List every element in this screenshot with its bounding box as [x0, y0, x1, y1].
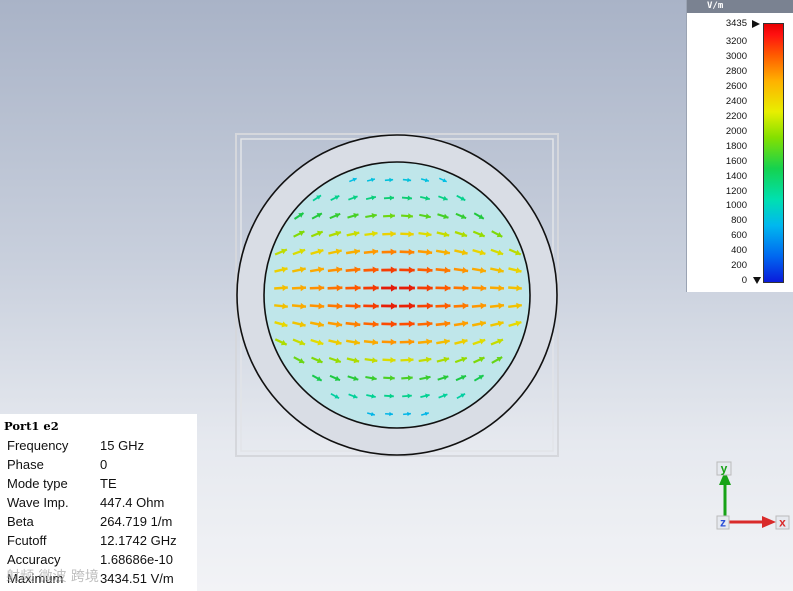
axis-z-label: z [720, 516, 726, 530]
legend-tick: 1600 [725, 155, 747, 167]
info-label: Accuracy [7, 552, 61, 567]
legend-max-marker [752, 20, 760, 28]
info-value: 264.719 1/m [100, 514, 173, 529]
info-value: 0 [100, 457, 108, 472]
info-label: Phase [7, 457, 44, 472]
info-label: Frequency [7, 438, 69, 453]
info-value: 3434.51 V/m [100, 571, 174, 586]
port-title: Port1 e2 [4, 419, 59, 433]
inner-port-circle [263, 161, 531, 429]
port-info-panel: Port1 e2 Frequency 15 GHz Phase 0 Mode type T… [0, 414, 197, 591]
info-value: 15 GHz [100, 438, 145, 453]
legend-tick: 1800 [725, 140, 747, 152]
info-row: Beta 264.719 1/m [7, 514, 172, 529]
legend-tick: 2600 [725, 80, 747, 92]
axes-widget: y z x [716, 461, 790, 530]
legend-tick: 1000 [725, 200, 747, 212]
info-value: 12.1742 GHz [100, 533, 177, 548]
info-value: 447.4 Ohm [100, 495, 165, 510]
legend-tick: 1400 [725, 170, 747, 182]
legend-color-bar [763, 23, 784, 283]
info-value: TE [100, 476, 117, 491]
legend-min-marker [753, 277, 761, 284]
info-label: Mode type [7, 476, 68, 491]
info-label: Beta [7, 514, 34, 529]
info-row: Phase 0 [7, 457, 107, 472]
legend-tick: 0 [741, 275, 747, 287]
legend-header: V/m [687, 0, 793, 13]
axis-y-label: y [721, 462, 728, 476]
legend-tick: 2400 [725, 95, 747, 107]
info-row: Mode type TE [7, 476, 117, 491]
info-label: Fcutoff [7, 533, 47, 548]
info-row: Frequency 15 GHz [7, 438, 144, 453]
legend-tick: 2800 [725, 65, 747, 77]
legend-tick: 2200 [725, 110, 747, 122]
legend-tick: 2000 [725, 125, 747, 137]
legend-tick: 600 [731, 230, 747, 242]
legend-tick: 400 [731, 245, 747, 257]
info-row: Wave Imp. 447.4 Ohm [7, 495, 164, 510]
legend-tick: 3000 [725, 50, 747, 62]
info-row: Fcutoff 12.1742 GHz [7, 533, 177, 548]
legend-tick-max: 3435 [725, 18, 747, 29]
watermark: 射频 微波 跨境 [6, 569, 99, 585]
info-label: Wave Imp. [7, 495, 69, 510]
legend-tick: 1200 [725, 185, 747, 197]
legend-tick: 200 [731, 260, 747, 272]
info-row: Accuracy 1.68686e-10 [7, 552, 173, 567]
legend-unit: V/m [707, 1, 724, 11]
legend-tick: 800 [731, 215, 747, 227]
legend-tick: 3200 [725, 36, 747, 47]
axis-x-label: x [779, 516, 786, 530]
info-value: 1.68686e-10 [100, 552, 174, 567]
